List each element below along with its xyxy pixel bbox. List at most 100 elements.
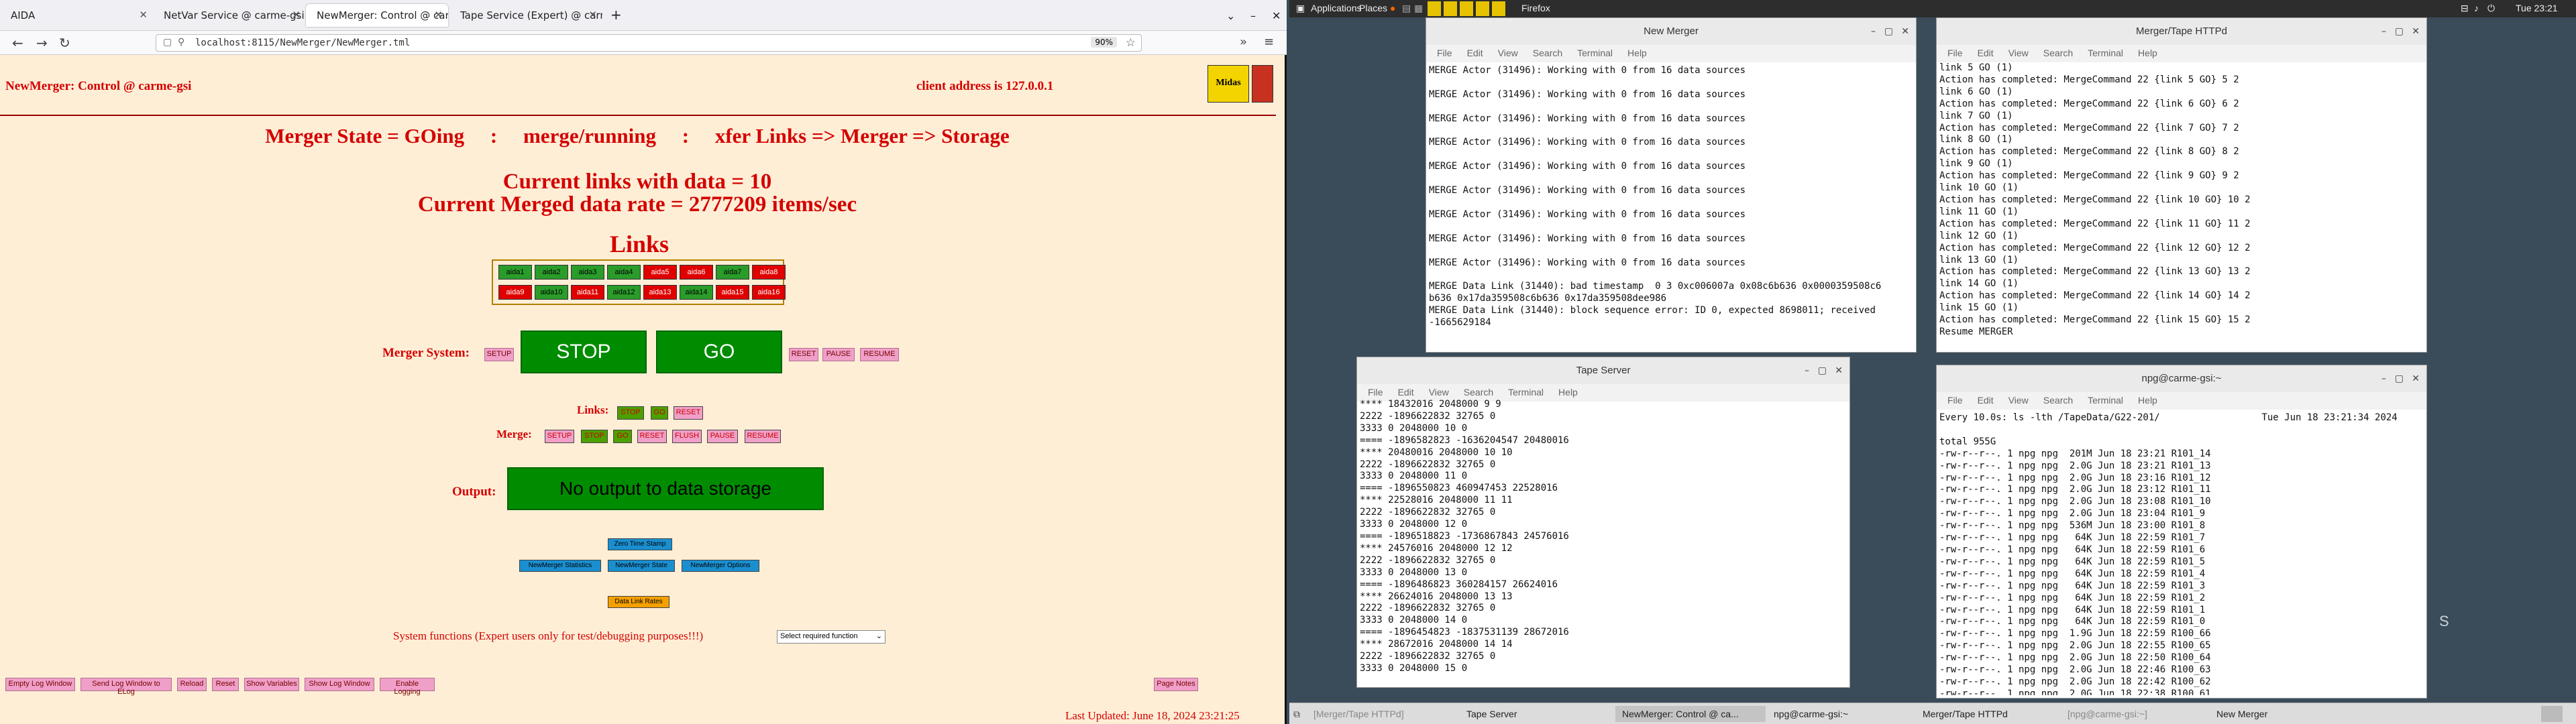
links-stop-button[interactable]: STOP [617,406,644,420]
bottom-button[interactable]: Reset [212,678,239,691]
menu-edit[interactable]: Edit [1978,395,1994,406]
menu-search[interactable]: Search [1464,387,1493,398]
taskbar-item[interactable]: Tape Server [1460,706,1614,722]
link-aida10[interactable]: aida10 [535,285,568,300]
link-aida12[interactable]: aida12 [607,285,641,300]
maximize-icon[interactable]: ▢ [1884,18,1893,45]
link-aida14[interactable]: aida14 [680,285,713,300]
close-icon[interactable]: ✕ [292,9,301,21]
merge-flush-button[interactable]: FLUSH [672,430,702,443]
forward-icon[interactable]: → [36,35,48,51]
menu-file[interactable]: File [1947,48,1963,58]
output-button[interactable]: No output to data storage [507,467,824,510]
minimize-icon[interactable]: – [1240,4,1261,27]
menu-file[interactable]: File [1437,48,1452,58]
launcher-icons[interactable] [1428,1,1508,16]
bookmark-star-icon[interactable]: ☆ [1126,36,1136,50]
link-aida4[interactable]: aida4 [607,265,641,280]
newmerger-state-button[interactable]: NewMerger State [608,560,675,572]
menu-help[interactable]: Help [1558,387,1578,398]
menu-terminal[interactable]: Terminal [2088,48,2123,58]
new-tab-button[interactable]: + [604,4,631,27]
apps-icon[interactable]: ▣ [1296,3,1305,14]
close-icon[interactable]: ✕ [434,9,443,21]
firefox-icon[interactable]: ● [1390,3,1395,13]
menu-file[interactable]: File [1947,395,1963,406]
link-aida13[interactable]: aida13 [643,285,677,300]
files-icon[interactable]: ▤ [1402,3,1411,14]
bottom-button[interactable]: Show Log Window [305,678,374,691]
merge-go-button[interactable]: GO [613,430,632,443]
resume-button[interactable]: RESUME [860,348,899,361]
zero-time-stamp-button[interactable]: Zero Time Stamp [608,538,672,550]
links-reset-button[interactable]: RESET [674,406,703,420]
tab-netvar[interactable]: NetVar Service @ carme-gsi ✕ [153,4,306,27]
close-icon[interactable]: ✕ [2412,18,2420,45]
terminal-output[interactable]: MERGE Actor (31496): Working with 0 from… [1429,65,1909,349]
terminal-new-merger[interactable]: New Merger – ▢ ✕ File Edit View Search Termi… [1426,17,1917,353]
link-aida8[interactable]: aida8 [752,265,786,280]
menu-view[interactable]: View [2008,395,2029,406]
links-go-button[interactable]: GO [651,406,668,420]
taskbar-item[interactable]: npg@carme-gsi:~ [1767,706,1913,722]
url-bar[interactable]: ▢ ⚲ localhost:8115/NewMerger/NewMerger.t… [156,34,1142,52]
terminal-output[interactable]: **** 18432016 2048000 9 9 2222 -18966228… [1360,399,1843,684]
workspace-indicator[interactable] [2541,706,2563,722]
firefox-menu[interactable]: Firefox [1521,3,1550,13]
taskbar-item[interactable]: [npg@carme-gsi:~] [2061,706,2207,722]
merge-setup-button[interactable]: SETUP [545,430,574,443]
menu-view[interactable]: View [1429,387,1449,398]
menu-help[interactable]: Help [1627,48,1647,58]
menu-terminal[interactable]: Terminal [1508,387,1544,398]
taskbar-item[interactable]: [Merger/Tape HTTPd] [1307,706,1457,722]
show-desktop-icon[interactable]: ⧉ [1293,706,1304,722]
setup-button[interactable]: SETUP [484,348,514,361]
link-aida9[interactable]: aida9 [498,285,532,300]
newmerger-options-button[interactable]: NewMerger Options [682,560,759,572]
minimize-icon[interactable]: – [2381,18,2386,45]
link-aida5[interactable]: aida5 [643,265,677,280]
clock[interactable]: Tue 23:21 [2516,3,2558,13]
menu-icon[interactable]: ≡ [1264,35,1274,49]
back-icon[interactable]: ← [12,35,23,51]
link-aida16[interactable]: aida16 [752,285,786,300]
menu-edit[interactable]: Edit [1467,48,1483,58]
link-aida15[interactable]: aida15 [716,285,749,300]
applications-menu[interactable]: Applications [1311,3,1362,13]
menu-help[interactable]: Help [2138,48,2157,58]
terminal-icon[interactable]: ▦ [1414,3,1423,14]
link-aida3[interactable]: aida3 [571,265,604,280]
minimize-icon[interactable]: – [1805,357,1809,384]
merge-pause-button[interactable]: PAUSE [707,430,738,443]
bottom-button[interactable]: Enable Logging [380,678,435,696]
maximize-icon[interactable]: ▢ [2395,365,2404,392]
tab-tape-service[interactable]: Tape Service (Expert) @ carme-gsi✕ [449,4,602,27]
bottom-button[interactable]: Reload [177,678,207,691]
menu-view[interactable]: View [2008,48,2029,58]
menu-search[interactable]: Search [2043,48,2073,58]
tab-aida[interactable]: AIDA ✕ [0,4,153,27]
menu-edit[interactable]: Edit [1978,48,1994,58]
maximize-icon[interactable]: ▢ [1818,357,1827,384]
minimize-icon[interactable]: – [2381,365,2386,392]
zoom-level[interactable]: 90% [1091,37,1117,48]
tab-newmerger[interactable]: NewMerger: Control @ carme✕ [306,4,448,27]
link-aida2[interactable]: aida2 [535,265,568,280]
merge-stop-button[interactable]: STOP [581,430,608,443]
close-icon[interactable]: ✕ [139,9,148,21]
close-icon[interactable]: ✕ [588,9,597,21]
menu-file[interactable]: File [1368,387,1383,398]
merge-reset-button[interactable]: RESET [637,430,667,443]
close-icon[interactable]: ✕ [1835,357,1843,384]
go-button[interactable]: GO [656,330,782,373]
link-aida7[interactable]: aida7 [716,265,749,280]
menu-edit[interactable]: Edit [1398,387,1414,398]
menu-terminal[interactable]: Terminal [1577,48,1613,58]
merge-resume-button[interactable]: RESUME [745,430,781,443]
tab-list-icon[interactable]: ⌄ [1216,4,1242,27]
pause-button[interactable]: PAUSE [822,348,855,361]
terminal-npg[interactable]: npg@carme-gsi:~ – ▢ ✕ File Edit View Search… [1936,365,2427,699]
terminal-output[interactable]: Every 10.0s: ls -lth /TapeData/G22-201/ … [1939,412,2420,695]
page-info-icon[interactable]: ▢ [163,37,172,48]
close-icon[interactable]: ✕ [1901,18,1909,45]
